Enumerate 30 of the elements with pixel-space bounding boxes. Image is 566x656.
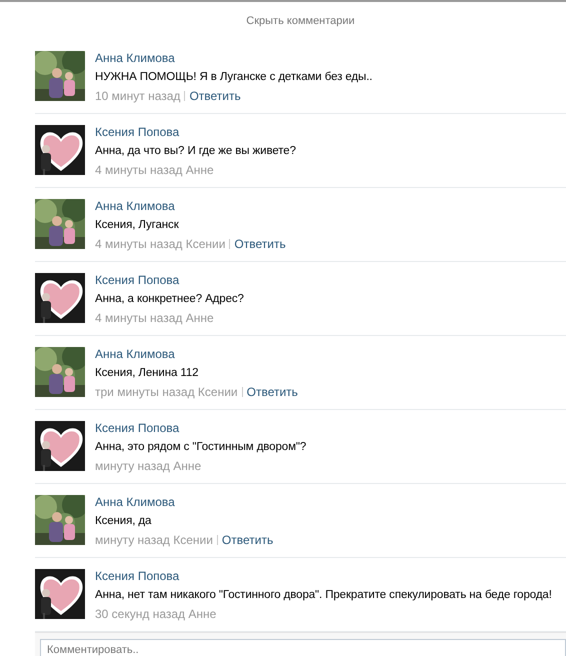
- comment-time: минуту назад Анне: [95, 458, 202, 472]
- author-link[interactable]: Анна Климова: [95, 346, 175, 360]
- author-link[interactable]: Ксения Попова: [95, 420, 180, 434]
- author-link[interactable]: Ксения Попова: [95, 272, 180, 286]
- comment-text: НУЖНА ПОМОЩЬ! Я в Луганске с детками без еды..: [95, 70, 372, 84]
- comment-text: Ксения, Луганск: [95, 218, 180, 232]
- comment-text: Анна, да что вы? И где же вы живете?: [95, 144, 296, 158]
- comment-text: Ксения, Ленина 112: [95, 366, 200, 380]
- reply-link[interactable]: Ответить: [222, 532, 274, 546]
- author-link[interactable]: Ксения Попова: [95, 568, 180, 582]
- author-link[interactable]: Ксения Попова: [95, 124, 180, 138]
- author-link[interactable]: Анна Климова: [95, 50, 175, 64]
- author-link[interactable]: Анна Климова: [95, 494, 175, 508]
- comment-text: Анна, нет там никакого "Гостинного двора". Прекратите спекулировать на беде города!: [95, 588, 552, 602]
- comment-text: Анна, а конкретнее? Адрес?: [95, 292, 244, 306]
- reply-link[interactable]: Ответить: [189, 88, 241, 102]
- comment-field[interactable]: Комментировать..: [40, 638, 566, 656]
- reply-link[interactable]: Ответить: [234, 236, 286, 250]
- comment-text: Анна, это рядом с "Гостинным двором"?: [95, 440, 306, 454]
- comment-time: 30 секунд назад Анне: [95, 606, 216, 620]
- hide-comments-link[interactable]: Скрыть комментарии: [246, 13, 355, 30]
- comment-time: три минуты назад Ксении: [95, 384, 238, 398]
- reply-link[interactable]: Ответить: [246, 384, 298, 398]
- comment-time: 4 минуты назад Анне: [95, 310, 214, 324]
- comment-time: 10 минут назад: [95, 88, 180, 102]
- comment-time: 4 минуты назад Анне: [95, 162, 214, 176]
- author-link[interactable]: Анна Климова: [95, 198, 175, 212]
- comment-time: 4 минуты назад Ксении: [95, 236, 226, 250]
- comment-time: минуту назад Ксении: [95, 532, 213, 546]
- comment-text: Ксения, да: [95, 514, 152, 528]
